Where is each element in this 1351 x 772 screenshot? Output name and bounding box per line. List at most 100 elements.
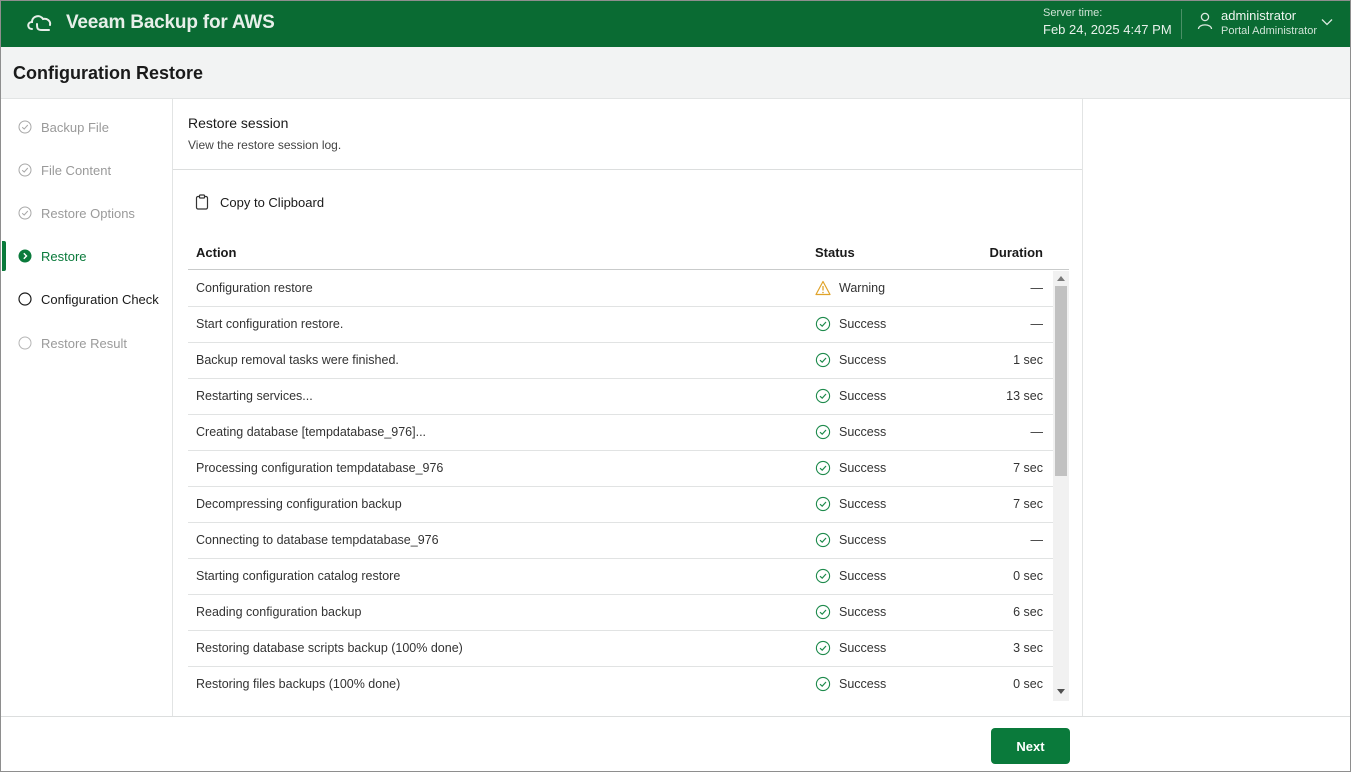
table-header: Action Status Duration: [188, 234, 1069, 270]
cell-duration: —: [1030, 281, 1044, 295]
status-label: Warning: [839, 281, 886, 295]
cell-status: Success: [815, 568, 886, 584]
step-restore-result[interactable]: Restore Result: [1, 328, 172, 358]
status-label: Success: [839, 641, 887, 655]
table-row[interactable]: Backup removal tasks were finished. Succ…: [188, 343, 1053, 379]
user-name[interactable]: administrator: [1221, 8, 1296, 23]
cell-duration: 3 sec: [1013, 641, 1043, 655]
status-label: Success: [839, 605, 887, 619]
table-row[interactable]: Restarting services... Success 13 sec: [188, 379, 1053, 415]
check-circle-icon: [815, 676, 831, 692]
next-button[interactable]: Next: [991, 728, 1070, 764]
step-label: Restore Result: [41, 335, 127, 351]
column-header-duration[interactable]: Duration: [990, 245, 1043, 260]
cell-duration: 7 sec: [1013, 497, 1043, 511]
status-label: Success: [839, 353, 887, 367]
cell-duration: 0 sec: [1013, 569, 1043, 583]
status-label: Success: [839, 569, 887, 583]
section-title: Restore session: [188, 115, 289, 131]
table-row[interactable]: Start configuration restore. Success —: [188, 307, 1053, 343]
cell-action: Restarting services...: [196, 389, 313, 403]
header-divider: [1181, 9, 1182, 39]
cell-status: Success: [815, 424, 886, 440]
cell-action: Start configuration restore.: [196, 317, 344, 331]
table-row[interactable]: Processing configuration tempdatabase_97…: [188, 451, 1053, 487]
scrollbar-thumb[interactable]: [1055, 286, 1067, 476]
cell-action: Restoring files backups (100% done): [196, 677, 401, 691]
cell-duration: —: [1030, 533, 1044, 547]
user-icon[interactable]: [1197, 12, 1213, 30]
top-bar: Veeam Backup for AWS Server time: Feb 24…: [1, 1, 1350, 47]
step-label: Configuration Check: [41, 291, 159, 307]
step-done-icon: [18, 163, 32, 177]
step-file-content[interactable]: File Content: [1, 155, 172, 185]
cell-duration: —: [1030, 425, 1044, 439]
status-label: Success: [839, 317, 887, 331]
table-row[interactable]: Creating database [tempdatabase_976]... …: [188, 415, 1053, 451]
scroll-down-arrow-icon[interactable]: [1057, 689, 1065, 695]
cell-status: Success: [815, 352, 886, 368]
step-restore[interactable]: Restore: [1, 241, 172, 271]
check-circle-icon: [815, 460, 831, 476]
step-label: Backup File: [41, 119, 109, 135]
status-label: Success: [839, 425, 887, 439]
page-header: Configuration Restore: [1, 47, 1350, 99]
check-circle-icon: [815, 388, 831, 404]
cell-action: Restoring database scripts backup (100% …: [196, 641, 463, 655]
check-circle-icon: [815, 568, 831, 584]
cell-action: Configuration restore: [196, 281, 313, 295]
step-configuration-check[interactable]: Configuration Check: [1, 284, 172, 314]
page-title: Configuration Restore: [13, 63, 204, 83]
column-header-status[interactable]: Status: [815, 245, 855, 260]
section-subtitle: View the restore session log.: [188, 138, 342, 152]
cell-status: Success: [815, 604, 886, 620]
wizard-steps: Backup File File Content Restore Options…: [1, 99, 172, 716]
table-row[interactable]: Restoring files backups (100% done) Succ…: [188, 667, 1053, 701]
step-pending-icon: [18, 336, 32, 350]
cell-status: Success: [815, 388, 886, 404]
status-label: Success: [839, 461, 887, 475]
main-panel: Restore session View the restore session…: [172, 99, 1083, 716]
status-label: Success: [839, 389, 887, 403]
column-header-action[interactable]: Action: [196, 245, 236, 260]
cell-action: Processing configuration tempdatabase_97…: [196, 461, 444, 475]
check-circle-icon: [815, 604, 831, 620]
table-row[interactable]: Starting configuration catalog restore S…: [188, 559, 1053, 595]
cell-action: Reading configuration backup: [196, 605, 362, 619]
chevron-down-icon[interactable]: [1321, 18, 1333, 26]
check-circle-icon: [815, 496, 831, 512]
table-scrollbar[interactable]: [1053, 271, 1069, 701]
table-row[interactable]: Decompressing configuration backup Succe…: [188, 487, 1053, 523]
table-row[interactable]: Reading configuration backup Success 6 s…: [188, 595, 1053, 631]
scroll-up-arrow-icon[interactable]: [1057, 275, 1065, 281]
status-label: Success: [839, 677, 887, 691]
step-done-icon: [18, 206, 32, 220]
table-row[interactable]: Restoring database scripts backup (100% …: [188, 631, 1053, 667]
app-window: Veeam Backup for AWS Server time: Feb 24…: [0, 0, 1351, 772]
check-circle-icon: [815, 316, 831, 332]
cell-action: Starting configuration catalog restore: [196, 569, 401, 583]
table-row[interactable]: Configuration restore Warning —: [188, 271, 1053, 307]
step-pending-icon: [18, 292, 32, 306]
app-title: Veeam Backup for AWS: [66, 12, 275, 33]
copy-label: Copy to Clipboard: [220, 194, 325, 210]
cell-action: Decompressing configuration backup: [196, 497, 402, 511]
cell-status: Warning: [815, 280, 885, 296]
cell-status: Success: [815, 640, 886, 656]
step-active-icon: [18, 249, 32, 263]
cell-status: Success: [815, 532, 886, 548]
table-row[interactable]: Connecting to database tempdatabase_976 …: [188, 523, 1053, 559]
cell-status: Success: [815, 676, 886, 692]
step-backup-file[interactable]: Backup File: [1, 112, 172, 142]
clipboard-icon: [195, 194, 209, 210]
cell-duration: 13 sec: [1006, 389, 1043, 403]
check-circle-icon: [815, 640, 831, 656]
cell-action: Connecting to database tempdatabase_976: [196, 533, 439, 547]
status-label: Success: [839, 533, 887, 547]
check-circle-icon: [815, 424, 831, 440]
step-done-icon: [18, 120, 32, 134]
cell-action: Creating database [tempdatabase_976]...: [196, 425, 427, 439]
copy-to-clipboard-button[interactable]: Copy to Clipboard: [195, 191, 324, 213]
server-time-label: Server time:: [1043, 7, 1103, 19]
step-restore-options[interactable]: Restore Options: [1, 198, 172, 228]
